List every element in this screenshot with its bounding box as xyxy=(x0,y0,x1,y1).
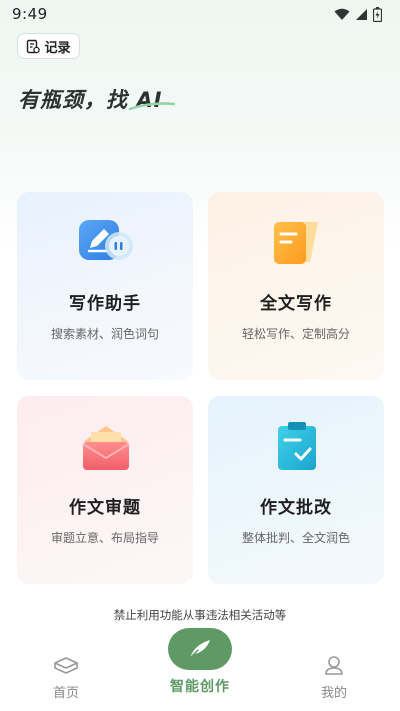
bottom-tab-bar: 首页 智能创作 我的 xyxy=(0,624,400,711)
status-bar: 9:49 xyxy=(0,0,400,28)
tab-mine[interactable]: 我的 xyxy=(306,654,362,701)
envelope-icon xyxy=(82,426,130,470)
tab-home[interactable]: 首页 xyxy=(38,654,94,701)
book-icon xyxy=(54,657,78,674)
tab-mine-label: 我的 xyxy=(320,686,347,701)
pencil-chat-icon xyxy=(79,220,133,260)
record-label: 记录 xyxy=(44,40,71,56)
card-writing-assistant[interactable]: 写作助手 搜索素材、润色词句 xyxy=(17,192,193,380)
signal-icon xyxy=(356,8,367,20)
battery-icon xyxy=(373,6,382,22)
card-title: 全文写作 xyxy=(260,294,332,314)
create-bubble xyxy=(168,628,232,670)
card-title: 作文批改 xyxy=(260,498,332,518)
tab-create-label: 智能创作 xyxy=(170,679,230,695)
card-essay-correction[interactable]: 作文批改 整体批判、全文润色 xyxy=(208,396,384,584)
tab-smart-create[interactable]: 智能创作 xyxy=(150,628,250,696)
card-subtitle: 轻松写作、定制高分 xyxy=(241,327,350,341)
card-title: 写作助手 xyxy=(69,294,141,314)
card-full-writing[interactable]: 全文写作 轻松写作、定制高分 xyxy=(208,192,384,380)
wifi-icon xyxy=(334,8,350,20)
headline-text: 有瓶颈，找 xyxy=(18,88,128,112)
card-title: 作文审题 xyxy=(69,498,141,518)
card-topic-review[interactable]: 作文审题 审题立意、布局指导 xyxy=(17,396,193,584)
headline-swoosh-decoration xyxy=(128,102,176,111)
card-subtitle: 审题立意、布局指导 xyxy=(50,531,159,545)
clipboard-check-icon xyxy=(278,422,316,470)
document-icon xyxy=(274,222,318,264)
status-icons xyxy=(334,6,382,22)
disclaimer-text: 禁止利用功能从事违法相关活动等 xyxy=(113,608,287,622)
tab-home-label: 首页 xyxy=(52,686,79,701)
record-icon xyxy=(27,39,41,53)
record-button[interactable]: 记录 xyxy=(17,33,80,59)
card-subtitle: 搜索素材、润色词句 xyxy=(50,327,159,341)
card-subtitle: 整体批判、全文润色 xyxy=(241,531,350,545)
quill-icon xyxy=(188,640,210,660)
user-icon xyxy=(325,656,343,675)
status-time: 9:49 xyxy=(12,5,48,23)
